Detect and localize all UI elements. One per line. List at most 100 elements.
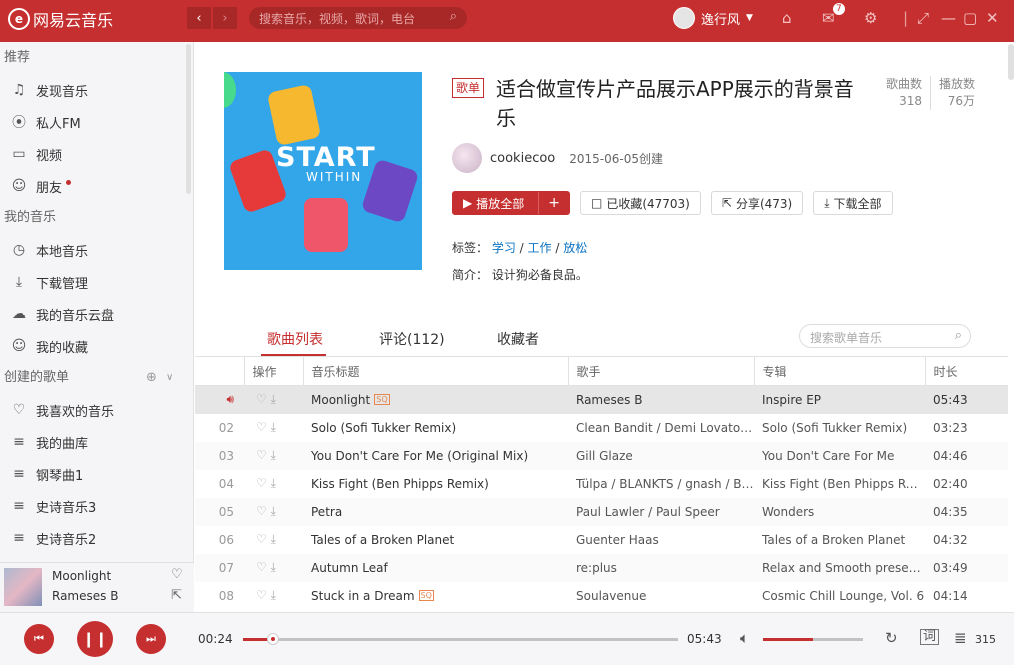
tag-link[interactable]: 学习 [492, 241, 516, 255]
download-icon[interactable]: ⤓ [271, 504, 276, 518]
heart-icon[interactable]: ♡ [256, 420, 267, 434]
progress-handle[interactable] [267, 633, 280, 645]
maximize-icon[interactable]: ▢ [963, 9, 977, 27]
playlist-search-input[interactable]: 搜索歌单音乐 ⌕ [799, 324, 971, 348]
sidebar-item-downloads[interactable]: ⤓ 下载管理 [0, 266, 193, 298]
tag-link[interactable]: 放松 [563, 241, 587, 255]
pause-button[interactable]: ❙❙ [77, 621, 113, 657]
download-all-button[interactable]: ⤓ 下载全部 [813, 191, 893, 215]
loop-icon[interactable]: ↻ [885, 629, 898, 647]
volume-icon[interactable]: 🔈︎ [740, 629, 749, 647]
now-playing-panel[interactable]: Moonlight Rameses B ♡ ⇱ [0, 562, 194, 612]
lyrics-button[interactable]: 词 [920, 629, 940, 645]
table-row[interactable]: 02 ♡ ⤓ Solo (Sofi Tukker Remix) Clean Ba… [195, 414, 1008, 442]
table-row[interactable]: 06 ♡ ⤓ Tales of a Broken Planet Guenter … [195, 526, 1008, 554]
search-icon[interactable]: ⌕ [450, 9, 457, 24]
chevron-down-icon[interactable]: ∨ [166, 362, 173, 394]
avatar[interactable] [452, 143, 482, 173]
gear-icon[interactable]: ⚙ [864, 9, 877, 27]
tag-link[interactable]: 工作 [528, 241, 552, 255]
tab-song-list[interactable]: 歌曲列表 [267, 329, 323, 349]
heart-icon[interactable]: ♡ [256, 448, 267, 462]
song-artist[interactable]: Rameses B [568, 385, 754, 414]
collect-button[interactable]: □ 已收藏(47703) [579, 191, 701, 215]
add-to-queue-button[interactable]: + [538, 192, 569, 214]
heart-icon[interactable]: ♡ [256, 532, 267, 546]
song-album[interactable]: You Don't Care For Me [754, 441, 925, 470]
song-album[interactable]: Kiss Fight (Ben Phipps Remix) [754, 470, 925, 498]
tab-comments[interactable]: 评论(112) [379, 329, 445, 349]
table-row[interactable]: 🔊︎ ♡ ⤓ Moonlight SQ Rameses B Inspire EP … [195, 385, 1008, 414]
back-button[interactable]: ‹ [187, 7, 211, 29]
table-row[interactable]: 07 ♡ ⤓ Autumn Leaf re:plus Relax and Smo… [195, 553, 1008, 582]
column-header-album[interactable]: 专辑 [753, 356, 925, 386]
volume-slider[interactable] [763, 638, 863, 641]
app-logo[interactable]: e 网易云音乐 [8, 7, 113, 31]
add-playlist-icon[interactable]: ⊕ [146, 362, 157, 394]
sidebar-item-fm[interactable]: ⦿ 私人FM [0, 106, 193, 138]
search-input[interactable]: 搜索音乐，视频，歌词，电台 ⌕ [249, 7, 467, 29]
download-icon[interactable]: ⤓ [271, 420, 276, 434]
heart-icon[interactable]: ♡ [256, 560, 267, 574]
download-icon[interactable]: ⤓ [271, 392, 276, 406]
song-artist[interactable]: re:plus [568, 553, 754, 582]
sidebar-item-liked[interactable]: ♡ 我喜欢的音乐 [0, 394, 193, 426]
progress-bar[interactable] [243, 633, 678, 645]
song-artist[interactable]: Gill Glaze [568, 441, 754, 470]
creator-name[interactable]: cookiecoo [490, 151, 555, 166]
table-row[interactable]: 08 ♡ ⤓ Stuck in a Dream SQ Soulavenue Cos… [195, 582, 1008, 610]
share-button[interactable]: ⇱ 分享(473) [710, 191, 804, 215]
sidebar-item-playlist[interactable]: ≡ 钢琴曲1 [0, 458, 193, 490]
forward-button[interactable]: › [213, 7, 237, 29]
next-button[interactable]: ⏭︎ [136, 624, 166, 654]
table-row[interactable]: 05 ♡ ⤓ Petra Paul Lawler / Paul Speer Wo… [195, 497, 1008, 526]
song-album[interactable]: Cosmic Chill Lounge, Vol. 6 [754, 582, 925, 610]
album-cover-thumbnail[interactable] [4, 568, 42, 606]
song-artist[interactable]: Clean Bandit / Demi Lovato / Sofi Tukker [568, 414, 754, 442]
song-album[interactable]: Tales of a Broken Planet [754, 526, 925, 554]
heart-icon[interactable]: ♡ [256, 588, 267, 602]
download-icon[interactable]: ⤓ [271, 588, 276, 602]
download-icon[interactable]: ⤓ [271, 560, 276, 574]
song-album[interactable]: Solo (Sofi Tukker Remix) [754, 414, 925, 442]
tab-subscribers[interactable]: 收藏者 [497, 329, 539, 349]
play-all-main[interactable]: ▶ 播放全部 [453, 192, 534, 214]
sidebar-item-playlist[interactable]: ≡ 我的曲库 [0, 426, 193, 458]
heart-icon[interactable]: ♡ [256, 504, 267, 518]
sidebar-item-discover[interactable]: ♫ 发现音乐 [0, 74, 193, 106]
sidebar-item-collect[interactable]: ☺ 我的收藏 [0, 330, 193, 362]
sidebar-item-playlist[interactable]: ≡ 史诗音乐3 [0, 490, 193, 522]
now-playing-artist[interactable]: Rameses B [52, 589, 118, 603]
song-artist[interactable]: Paul Lawler / Paul Speer [568, 497, 754, 526]
song-artist[interactable]: Soulavenue [568, 582, 754, 610]
download-icon[interactable]: ⤓ [271, 476, 276, 490]
song-album[interactable]: Inspire EP [754, 385, 925, 414]
column-header-duration[interactable]: 时长 [924, 356, 1008, 386]
column-header-artist[interactable]: 歌手 [567, 356, 754, 386]
playlist-queue-icon[interactable]: ≣ [954, 629, 967, 647]
share-icon[interactable]: ⇱ [171, 588, 182, 603]
skin-icon[interactable]: ⌂ [782, 9, 792, 27]
sidebar-item-video[interactable]: ▭ 视频 [0, 138, 193, 170]
song-album[interactable]: Relax and Smooth presents [754, 553, 925, 582]
user-menu[interactable]: 逸行风 ▼ [673, 7, 753, 29]
table-row[interactable]: 04 ♡ ⤓ Kiss Fight (Ben Phipps Remix) Tül… [195, 470, 1008, 498]
sidebar-item-cloud[interactable]: ☁ 我的音乐云盘 [0, 298, 193, 330]
sidebar-item-local[interactable]: ◷ 本地音乐 [0, 234, 193, 266]
close-icon[interactable]: ✕ [986, 9, 999, 27]
table-row[interactable]: 03 ♡ ⤓ You Don't Care For Me (Original M… [195, 441, 1008, 470]
download-icon[interactable]: ⤓ [271, 448, 276, 462]
song-artist[interactable]: Guenter Haas [568, 526, 754, 554]
previous-button[interactable]: ⏮︎ [24, 624, 54, 654]
song-artist[interactable]: Tülpa / BLANKTS / gnash / Ben Phipps [568, 470, 754, 498]
search-icon[interactable]: ⌕ [955, 328, 962, 343]
play-all-button[interactable]: ▶ 播放全部 + [452, 191, 570, 215]
heart-icon[interactable]: ♡ [256, 392, 267, 406]
download-icon[interactable]: ⤓ [271, 532, 276, 546]
minimize-icon[interactable]: — [941, 9, 956, 27]
song-album[interactable]: Wonders [754, 497, 925, 526]
mini-mode-icon[interactable]: ⤢ [917, 9, 929, 27]
sidebar-item-playlist[interactable]: ≡ 史诗音乐2 [0, 522, 193, 554]
main-scrollbar[interactable] [1008, 44, 1014, 80]
heart-icon[interactable]: ♡ [256, 476, 267, 490]
